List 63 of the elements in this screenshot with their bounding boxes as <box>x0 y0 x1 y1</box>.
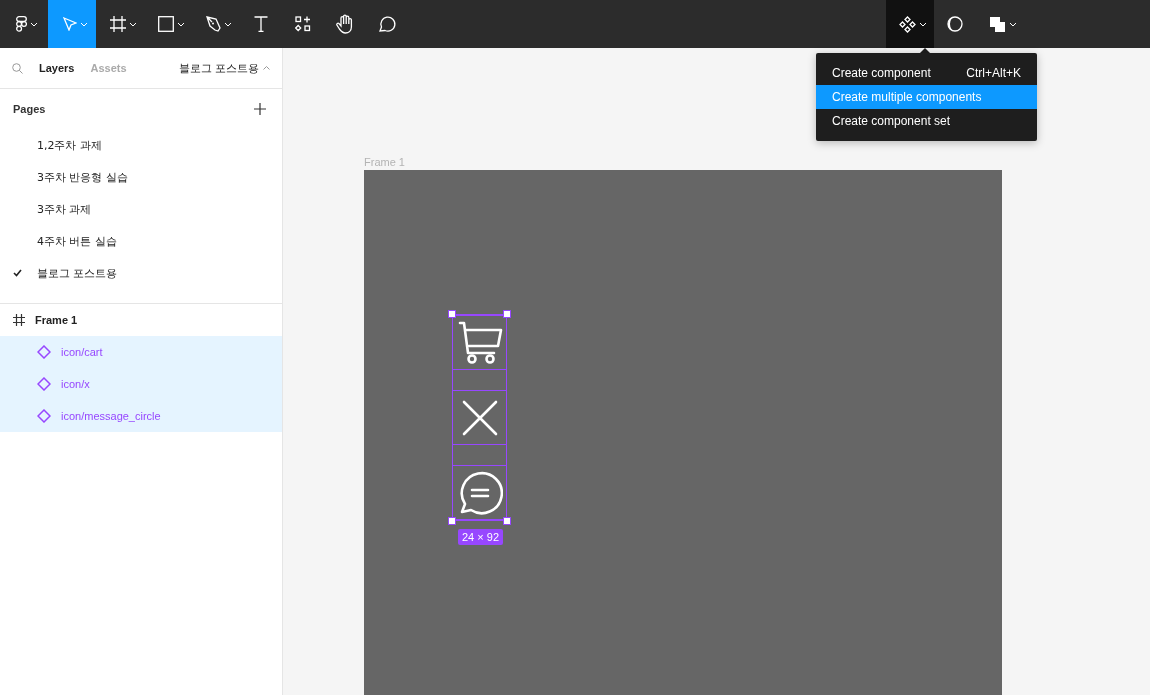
comment-icon <box>378 15 396 33</box>
resize-handle[interactable] <box>448 310 456 318</box>
caret-icon <box>263 66 270 70</box>
layer-row[interactable]: icon/cart <box>0 336 282 368</box>
caret-icon <box>919 21 927 27</box>
pages-title: Pages <box>13 103 46 115</box>
menu-item-label: Create component <box>832 66 931 80</box>
component-icon <box>37 377 51 391</box>
layer-name: icon/x <box>61 378 90 390</box>
layer-name: icon/cart <box>61 346 103 358</box>
rectangle-icon <box>157 16 174 32</box>
resize-handle[interactable] <box>503 310 511 318</box>
page-name: 4주차 버튼 실습 <box>37 233 117 249</box>
frame[interactable]: 24 × 92 <box>364 170 1002 695</box>
menu-item-label: Create component set <box>832 114 951 128</box>
menu-item-label: Create multiple components <box>832 90 982 104</box>
panel-tab[interactable]: Layers <box>39 62 75 74</box>
menu-item[interactable]: Create component Ctrl+Alt+K <box>816 61 1037 85</box>
size-label: 24 × 92 <box>458 529 503 545</box>
page-name: 블로그 포스트용 <box>37 265 118 281</box>
text-icon <box>254 16 268 32</box>
layer-name: Frame 1 <box>35 314 78 326</box>
add-icon[interactable] <box>254 103 266 115</box>
page-item[interactable]: 1,2주차 과제 <box>0 129 282 161</box>
cart-icon <box>456 319 503 366</box>
resize-handle[interactable] <box>448 517 456 525</box>
page-name: 1,2주차 과제 <box>37 137 102 153</box>
x-icon <box>461 399 498 436</box>
page-item[interactable]: 3주차 반응형 실습 <box>0 161 282 193</box>
page-name: 3주차 과제 <box>37 201 92 217</box>
boolean-icon <box>989 15 1006 33</box>
layer-name: icon/message_circle <box>61 410 161 422</box>
resources-icon <box>295 16 311 32</box>
pen-icon <box>206 16 221 32</box>
component-icon <box>37 409 51 423</box>
page-item[interactable]: 4주차 버튼 실습 <box>0 225 282 257</box>
caret-icon <box>176 21 185 27</box>
page-item[interactable]: 3주차 과제 <box>0 193 282 225</box>
layer-row[interactable]: icon/message_circle <box>0 400 282 432</box>
toolbar-button[interactable] <box>886 0 934 48</box>
icon-component[interactable] <box>452 315 507 370</box>
caret-icon <box>224 21 232 27</box>
icon-component[interactable] <box>452 390 507 445</box>
frame-icon <box>13 314 25 326</box>
page-item[interactable]: 블로그 포스트용 <box>0 257 282 289</box>
component-icon <box>37 345 51 359</box>
icon-component[interactable] <box>452 465 507 520</box>
page-name: 3주차 반응형 실습 <box>37 169 128 185</box>
mask-icon <box>947 16 963 32</box>
page-selector[interactable]: 블로그 포스트용 <box>178 60 270 76</box>
shortcut-text: Ctrl+Alt+K <box>966 66 1021 80</box>
layer-row[interactable]: icon/x <box>0 368 282 400</box>
menu-item[interactable]: Create component set <box>816 109 1037 133</box>
pointer-icon <box>62 17 77 31</box>
caret-icon <box>128 21 137 27</box>
hand-icon <box>336 14 354 34</box>
component-icon <box>899 15 916 33</box>
resize-handle[interactable] <box>503 517 511 525</box>
caret-icon <box>1009 21 1017 27</box>
frame-icon <box>109 16 126 32</box>
logo-icon <box>16 16 27 32</box>
caret-icon <box>30 21 38 27</box>
caret-icon <box>79 21 88 27</box>
